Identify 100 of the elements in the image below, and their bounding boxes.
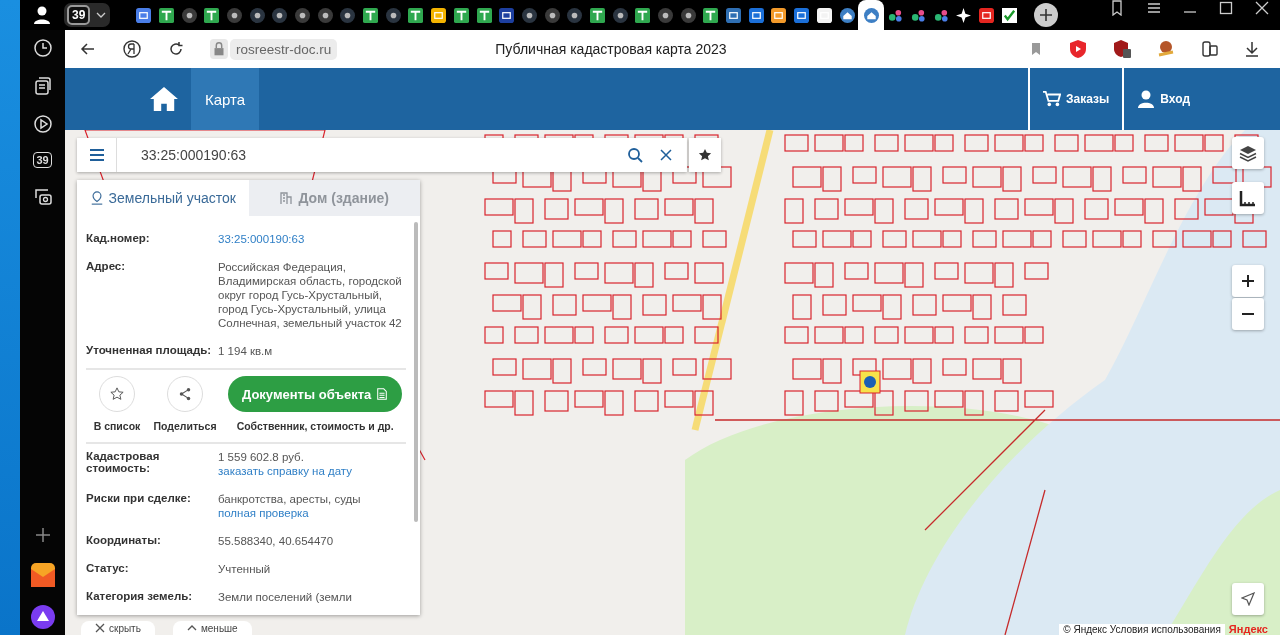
map-logo: Яндекс xyxy=(1228,623,1268,635)
site-icon xyxy=(726,7,742,23)
scrollbar[interactable] xyxy=(414,222,418,522)
collections-icon[interactable] xyxy=(32,76,53,96)
sheet-icon xyxy=(204,7,220,23)
dots-icon xyxy=(888,7,904,23)
maximize-icon[interactable] xyxy=(1218,0,1234,16)
home-icon[interactable] xyxy=(149,86,179,112)
camera-icon[interactable] xyxy=(32,186,53,206)
house-icon xyxy=(863,7,879,23)
location-pin-icon xyxy=(89,191,104,205)
legend-button[interactable] xyxy=(1232,182,1264,214)
building-icon xyxy=(279,191,294,205)
download-icon[interactable] xyxy=(1244,41,1260,57)
circle-icon xyxy=(521,7,537,23)
documents-caption: Собственник, стоимость и др. xyxy=(236,420,394,432)
close-icon xyxy=(95,623,105,633)
play-icon[interactable] xyxy=(32,114,53,134)
field-value: Российская Федерация, Владимирская область, городской округ город Гусь-Хрустальный, город Гусь-Хрустальный, улица Солнечная, земельный участок 42 xyxy=(218,260,403,330)
zoom-out-button[interactable] xyxy=(1232,298,1264,330)
circle-icon xyxy=(226,7,242,23)
profile-icon[interactable] xyxy=(32,5,52,25)
circle-icon xyxy=(340,7,356,23)
new-tab-button[interactable] xyxy=(1034,3,1059,27)
search-bar[interactable]: 33:25:000190:63 xyxy=(77,138,687,172)
sheet-icon xyxy=(635,7,651,23)
share-icon xyxy=(178,387,192,401)
assistant-icon[interactable] xyxy=(30,605,55,629)
logo-icon[interactable] xyxy=(122,39,142,59)
circle-icon xyxy=(544,7,560,23)
site-icon xyxy=(499,7,515,23)
circle-icon xyxy=(317,7,333,23)
field-link[interactable]: 33:25:000190:63 xyxy=(218,232,305,246)
field-label: Координаты: xyxy=(86,534,162,548)
menu-button[interactable] xyxy=(77,138,117,172)
circle-icon xyxy=(385,7,401,23)
circle-icon xyxy=(249,7,265,23)
chevron-up-icon xyxy=(186,623,197,633)
search-icon[interactable] xyxy=(627,147,643,163)
locate-button[interactable] xyxy=(1232,583,1264,615)
lock-icon[interactable] xyxy=(210,39,228,59)
zoom-in-button[interactable] xyxy=(1232,265,1264,297)
tabs-count-badge[interactable]: 39 xyxy=(33,152,52,168)
house-icon xyxy=(839,7,855,23)
share-button[interactable] xyxy=(167,376,203,412)
add-to-list-button[interactable] xyxy=(99,376,135,412)
star-icon xyxy=(110,387,124,401)
action-label: В список xyxy=(93,420,141,432)
site-icon xyxy=(978,7,994,23)
circle-icon xyxy=(612,7,628,23)
circle-icon xyxy=(680,7,696,23)
plus-icon xyxy=(1039,8,1054,22)
collapse-button[interactable]: меньше xyxy=(172,621,252,635)
clear-icon[interactable] xyxy=(659,148,673,162)
site-icon xyxy=(816,7,832,23)
close-icon[interactable] xyxy=(1254,0,1270,16)
cart-icon xyxy=(1043,90,1062,108)
field-label: Адрес: xyxy=(86,260,127,274)
documents-button[interactable]: Документы объекта xyxy=(228,376,403,412)
shield-icon[interactable] xyxy=(1112,39,1132,59)
navigation-arrow-icon xyxy=(1241,592,1255,606)
url-field[interactable]: rosreestr-doc.ru xyxy=(230,38,338,60)
extension-icon[interactable] xyxy=(1156,39,1176,59)
nav-tab[interactable]: Карта xyxy=(191,68,260,130)
panel-tab[interactable]: Земельный участок xyxy=(77,180,249,216)
check-icon xyxy=(1001,7,1017,23)
menu-icon[interactable] xyxy=(1146,0,1162,16)
search-field[interactable]: 33:25:000190:63 xyxy=(133,138,611,172)
field-value: 1 194 кв.м xyxy=(218,344,273,358)
ruler-icon xyxy=(1239,189,1257,207)
browser-tab[interactable] xyxy=(858,0,885,30)
field-link[interactable]: полная проверка xyxy=(218,506,361,520)
reload-icon[interactable] xyxy=(168,41,184,57)
field-value: Земли поселений (земли xyxy=(218,590,352,604)
circle-icon xyxy=(181,7,197,23)
sheet-icon xyxy=(589,7,605,23)
field-link[interactable]: заказать справку на дату xyxy=(218,464,352,478)
clock-icon[interactable] xyxy=(32,38,53,58)
tab-counter[interactable]: 39 xyxy=(64,3,111,27)
document-icon xyxy=(376,388,389,400)
site-icon xyxy=(794,7,810,23)
layers-button[interactable] xyxy=(1232,137,1264,169)
mail-app-icon[interactable] xyxy=(30,563,55,587)
field-label: Уточненная площадь: xyxy=(86,344,213,358)
field-value: банкротства, аресты, суды xyxy=(218,492,361,506)
back-icon[interactable] xyxy=(80,41,96,57)
field-label: Категория земель: xyxy=(86,590,194,604)
field-label: Риски при сделке: xyxy=(86,492,192,506)
map-attribution[interactable]: © Яндекс Условия использования xyxy=(1059,623,1225,635)
plus-icon xyxy=(1241,274,1255,288)
site-icon xyxy=(748,7,764,23)
field-label: Статус: xyxy=(86,562,130,576)
layers-icon xyxy=(1239,144,1257,162)
hide-button[interactable]: скрыть xyxy=(81,621,155,635)
action-label: Поделиться xyxy=(153,420,217,432)
circle-icon xyxy=(272,7,288,23)
sheet-icon xyxy=(158,7,174,23)
favorite-button[interactable] xyxy=(689,138,721,172)
shield-play-icon[interactable] xyxy=(1068,39,1088,59)
chevron-down-icon xyxy=(96,12,107,18)
